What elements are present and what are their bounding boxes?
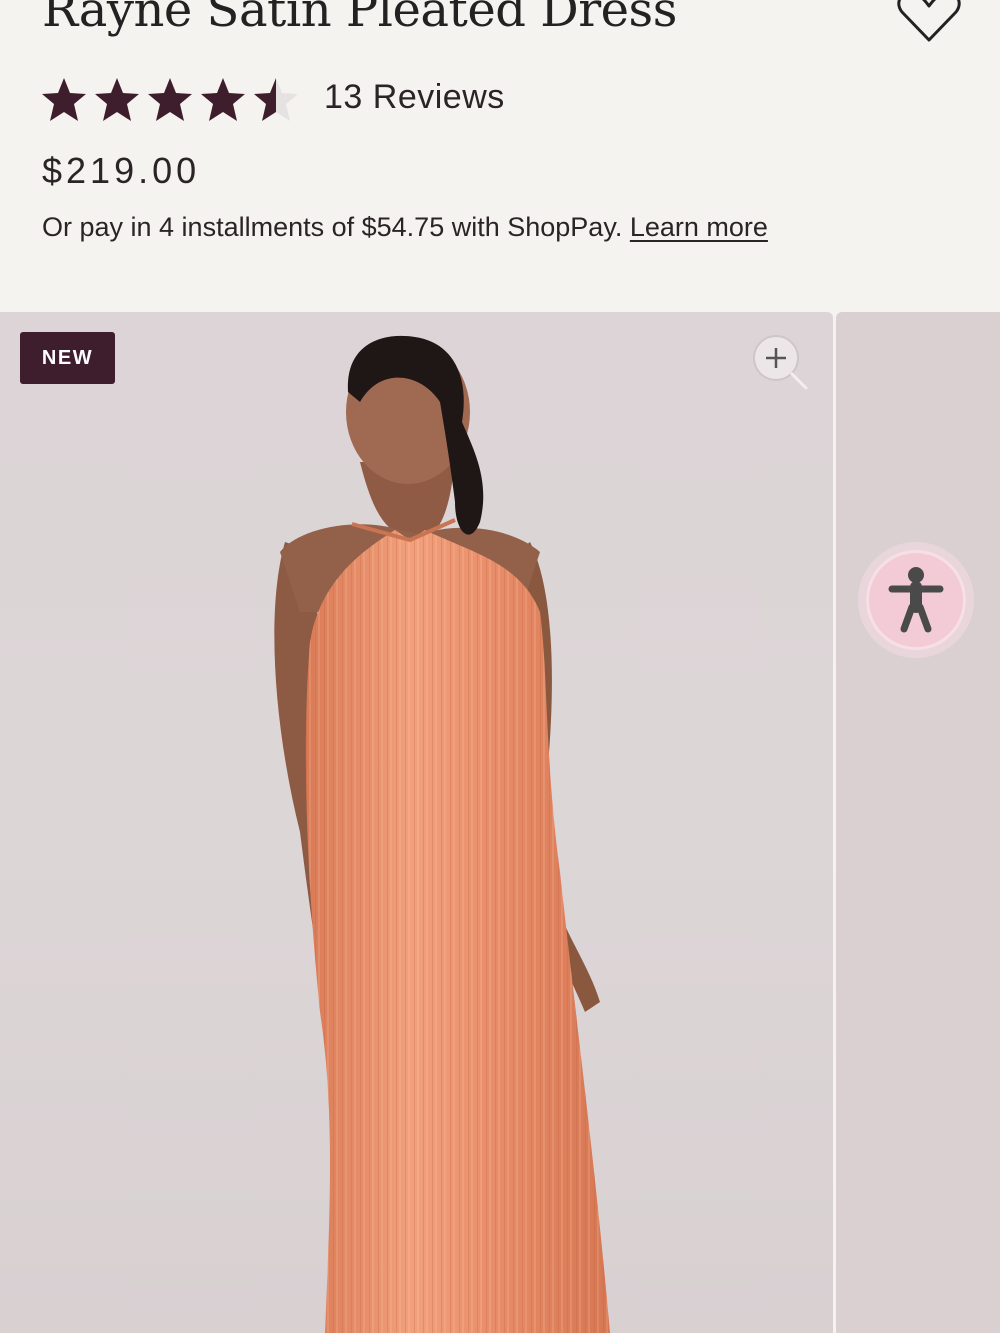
star-icon — [95, 78, 139, 121]
installments-text: Or pay in 4 installments of $54.75 with … — [42, 212, 623, 242]
star-icon — [201, 78, 245, 121]
heart-icon[interactable] — [896, 0, 962, 44]
learn-more-link[interactable]: Learn more — [630, 212, 768, 242]
product-gallery[interactable]: NEW — [0, 312, 1000, 1333]
next-product-image[interactable] — [836, 312, 1000, 1333]
star-icon — [148, 78, 192, 121]
product-image[interactable]: NEW — [0, 312, 833, 1333]
accessibility-icon — [888, 567, 944, 633]
star-icon — [42, 78, 86, 121]
zoom-in-icon[interactable] — [748, 330, 812, 394]
star-rating[interactable] — [40, 74, 302, 126]
rating-stars — [40, 76, 302, 124]
product-title: Rayne Satin Pleated Dress — [42, 0, 677, 38]
product-price: $219.00 — [42, 150, 201, 191]
model-photo — [274, 335, 610, 1333]
accessibility-button[interactable] — [858, 542, 974, 658]
reviews-link[interactable]: 13 Reviews — [324, 78, 505, 117]
new-badge: NEW — [20, 332, 115, 384]
installments-info: Or pay in 4 installments of $54.75 with … — [42, 212, 768, 243]
